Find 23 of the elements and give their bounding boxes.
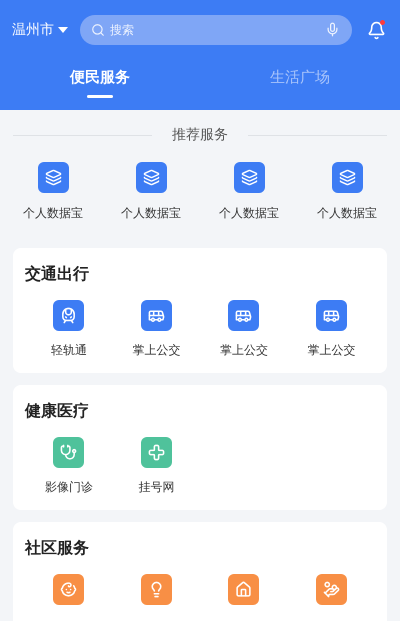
service-item[interactable]: 掌上公交 xyxy=(288,300,375,359)
service-item[interactable]: 掌上公交 xyxy=(112,300,200,359)
layers-tile-icon xyxy=(136,162,166,193)
service-item[interactable]: 个人数据宝 xyxy=(298,162,396,222)
service-item[interactable]: 掌上公交 xyxy=(200,300,288,359)
layers-tile-icon xyxy=(234,162,264,193)
service-item[interactable]: 影像门诊 xyxy=(25,437,112,496)
service-item[interactable]: 个人数据宝 xyxy=(200,162,298,222)
layers-tile-icon xyxy=(38,162,68,193)
service-item[interactable]: 个人数据宝 xyxy=(4,162,102,222)
microphone-icon xyxy=(325,22,340,37)
section-title: 推荐服务 xyxy=(172,126,228,145)
service-item[interactable]: 轻轨通 xyxy=(25,300,112,359)
card-title: 交通出行 xyxy=(25,263,90,285)
search-icon xyxy=(91,23,105,37)
card-title: 社区服务 xyxy=(25,537,90,559)
layers-tile-icon xyxy=(332,162,362,193)
tab[interactable]: 便民服务 xyxy=(0,66,200,98)
service-item[interactable]: 挂号网 xyxy=(112,437,200,496)
search-field[interactable]: 搜索 xyxy=(80,15,352,45)
city-selector[interactable]: 温州市 xyxy=(12,20,68,40)
card-title: 健康医疗 xyxy=(25,400,90,422)
service-item[interactable]: 个人数据宝 xyxy=(102,162,200,222)
